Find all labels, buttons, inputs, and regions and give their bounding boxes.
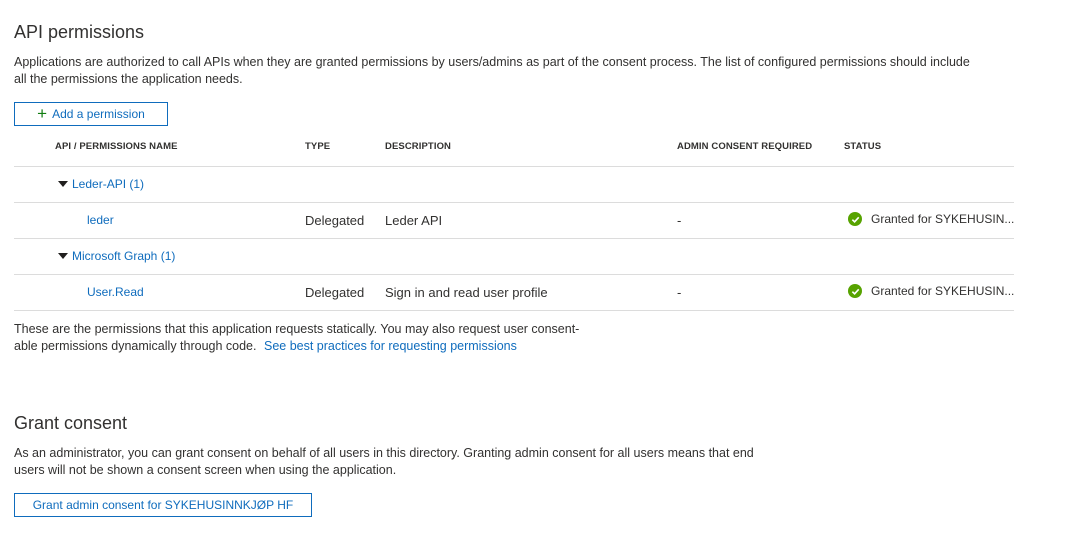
permission-type: Delegated xyxy=(305,213,365,228)
column-header-name[interactable]: API / PERMISSIONS NAME xyxy=(55,141,178,152)
permission-description: Leder API xyxy=(385,213,443,228)
api-permissions-title: API permissions xyxy=(14,22,145,42)
permission-name-link[interactable]: User.Read xyxy=(87,285,144,299)
status-text: Granted for SYKEHUSIN... xyxy=(871,284,1015,298)
best-practices-link[interactable]: See best practices for requesting permis… xyxy=(264,339,517,353)
add-permission-button[interactable]: + Add a permission xyxy=(14,102,168,126)
group-name: Leder-API (1) xyxy=(72,177,145,191)
table-divider xyxy=(14,238,1014,239)
admin-consent-required: - xyxy=(677,213,682,228)
grant-consent-title: Grant consent xyxy=(14,413,128,433)
footer-line1: These are the permissions that this appl… xyxy=(14,322,580,336)
caret-down-icon xyxy=(58,253,68,259)
footer-line2-wrap: able permissions dynamically through cod… xyxy=(14,338,714,355)
column-header-description[interactable]: DESCRIPTION xyxy=(385,141,451,152)
grant-consent-line1: As an administrator, you can grant conse… xyxy=(14,446,754,460)
status-badge: Granted for SYKEHUSIN... xyxy=(848,284,1014,298)
api-permissions-description-line2: all the permissions the application need… xyxy=(14,72,243,86)
grant-consent-description: As an administrator, you can grant conse… xyxy=(14,445,814,479)
group-toggle-leder-api[interactable]: Leder-API (1) xyxy=(58,177,144,191)
grant-admin-consent-button[interactable]: Grant admin consent for SYKEHUSINNKJØP H… xyxy=(14,493,312,517)
grant-admin-consent-label: Grant admin consent for SYKEHUSINNKJØP H… xyxy=(32,498,294,512)
permissions-footer-note: These are the permissions that this appl… xyxy=(14,321,714,355)
check-circle-icon xyxy=(848,284,862,298)
group-toggle-microsoft-graph[interactable]: Microsoft Graph (1) xyxy=(58,249,175,263)
permission-name-link[interactable]: leder xyxy=(87,213,114,227)
footer-line2: able permissions dynamically through cod… xyxy=(14,339,257,353)
column-header-status[interactable]: STATUS xyxy=(844,141,881,152)
column-header-type[interactable]: TYPE xyxy=(305,141,330,152)
table-divider xyxy=(14,166,1014,167)
permission-type: Delegated xyxy=(305,285,365,300)
status-text: Granted for SYKEHUSIN... xyxy=(871,212,1015,226)
table-divider xyxy=(14,274,1014,275)
status-badge: Granted for SYKEHUSIN... xyxy=(848,212,1014,226)
table-divider xyxy=(14,310,1014,311)
admin-consent-required: - xyxy=(677,285,682,300)
table-divider xyxy=(14,202,1014,203)
add-permission-label: Add a permission xyxy=(52,107,145,121)
group-name: Microsoft Graph (1) xyxy=(72,249,176,263)
grant-consent-line2: users will not be shown a consent screen… xyxy=(14,463,397,477)
caret-down-icon xyxy=(58,181,68,187)
add-icon: + xyxy=(37,104,48,123)
permission-description: Sign in and read user profile xyxy=(385,285,548,300)
check-circle-icon xyxy=(848,212,862,226)
api-permissions-description-line1: Applications are authorized to call APIs… xyxy=(14,55,970,69)
column-header-admin-consent[interactable]: ADMIN CONSENT REQUIRED xyxy=(677,141,812,152)
api-permissions-description: Applications are authorized to call APIs… xyxy=(14,54,1034,88)
